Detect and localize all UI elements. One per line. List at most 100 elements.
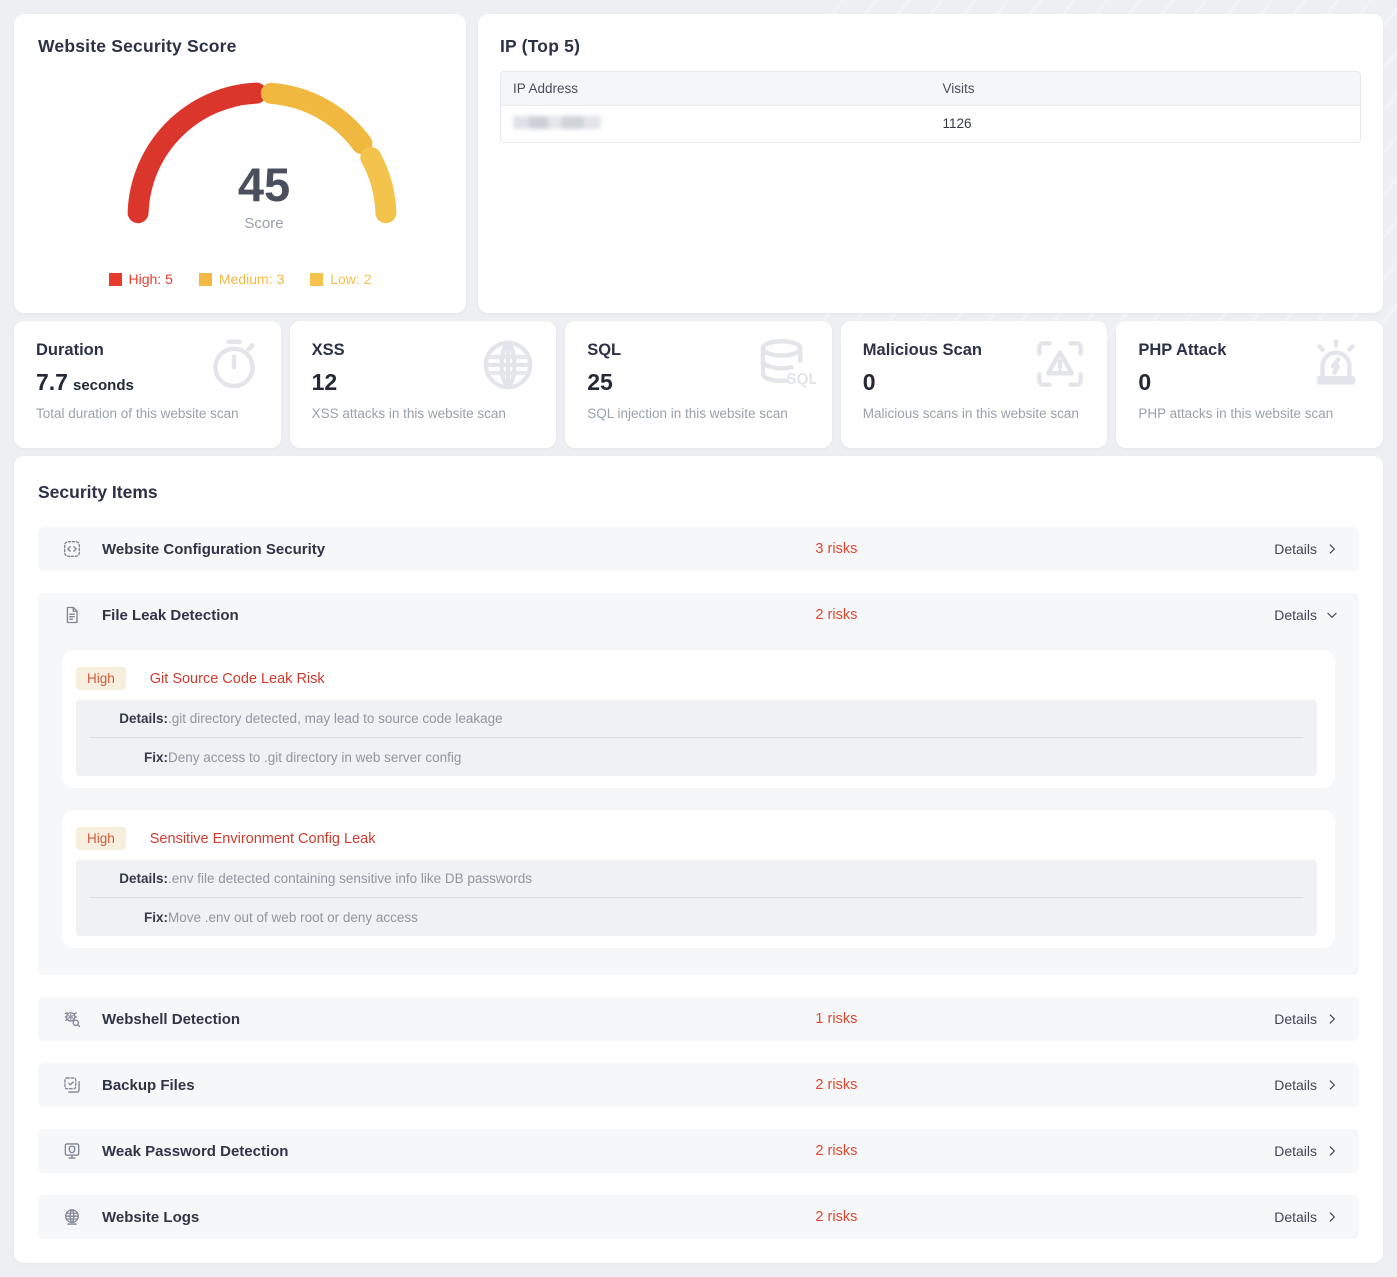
security-item-label: Website Configuration Security bbox=[102, 541, 325, 558]
security-score-gauge: 45 Score bbox=[38, 57, 442, 263]
fix-field-label: Fix: bbox=[90, 910, 168, 925]
chevron-right-icon bbox=[1325, 542, 1339, 556]
legend-label-high: High: 5 bbox=[129, 271, 173, 287]
details-label: Details bbox=[1274, 1143, 1317, 1159]
security-item-website-logs[interactable]: Website Logs 2 risks Details bbox=[38, 1195, 1359, 1239]
details-button[interactable]: Details bbox=[1274, 607, 1339, 623]
security-item-file-leak-expanded: File Leak Detection 2 risks Details High… bbox=[38, 593, 1359, 975]
legend-item-medium: Medium: 3 bbox=[199, 271, 284, 287]
scan-warning-icon bbox=[1029, 333, 1091, 395]
security-items-title: Security Items bbox=[38, 482, 1359, 503]
security-item-backup-files[interactable]: Backup Files 2 risks Details bbox=[38, 1063, 1359, 1107]
details-label: Details bbox=[1274, 1209, 1317, 1225]
security-item-label: File Leak Detection bbox=[102, 607, 239, 624]
details-button[interactable]: Details bbox=[1274, 1209, 1339, 1225]
legend-swatch-medium bbox=[199, 273, 212, 286]
php-attack-value: 0 bbox=[1138, 369, 1151, 395]
finding-git-source-leak: High Git Source Code Leak Risk Details: … bbox=[62, 650, 1335, 788]
sql-desc: SQL injection in this website scan bbox=[587, 406, 810, 421]
duration-desc: Total duration of this website scan bbox=[36, 406, 259, 421]
legend-item-low: Low: 2 bbox=[310, 271, 371, 287]
duration-value: 7.7 bbox=[36, 369, 68, 395]
chevron-right-icon bbox=[1325, 1012, 1339, 1026]
risk-count: 1 risks bbox=[815, 1011, 1274, 1027]
malicious-scan-stat-card: Malicious Scan 0 Malicious scans in this… bbox=[841, 321, 1108, 448]
finding-title: Sensitive Environment Config Leak bbox=[150, 831, 376, 847]
chevron-right-icon bbox=[1325, 1210, 1339, 1224]
details-field-label: Details: bbox=[90, 711, 168, 726]
chevron-right-icon bbox=[1325, 1078, 1339, 1092]
details-button[interactable]: Details bbox=[1274, 1011, 1339, 1027]
ip-table-header: IP Address Visits bbox=[501, 72, 1360, 106]
password-shield-icon bbox=[62, 1141, 82, 1161]
finding-env-config-leak: High Sensitive Environment Config Leak D… bbox=[62, 810, 1335, 948]
security-item-label: Backup Files bbox=[102, 1077, 195, 1094]
database-sql-icon: SQL bbox=[750, 333, 816, 399]
file-leak-findings: High Git Source Code Leak Risk Details: … bbox=[38, 637, 1359, 975]
gauge-arc-low bbox=[371, 157, 386, 212]
finding-detail-panel: Details: .env file detected containing s… bbox=[76, 860, 1317, 936]
visits-cell: 1126 bbox=[931, 106, 1361, 142]
details-button[interactable]: Details bbox=[1274, 541, 1339, 557]
details-button[interactable]: Details bbox=[1274, 1077, 1339, 1093]
score-legend: High: 5 Medium: 3 Low: 2 bbox=[38, 271, 442, 287]
code-icon bbox=[62, 539, 82, 559]
legend-label-low: Low: 2 bbox=[330, 271, 371, 287]
risk-count: 2 risks bbox=[815, 607, 1274, 623]
php-attack-stat-card: PHP Attack 0 PHP attacks in this website… bbox=[1116, 321, 1383, 448]
visits-column-header: Visits bbox=[931, 72, 1361, 105]
ip-address-cell bbox=[501, 106, 931, 142]
details-field-value: .git directory detected, may lead to sou… bbox=[168, 711, 503, 726]
risk-count: 2 risks bbox=[815, 1077, 1274, 1093]
risk-count: 2 risks bbox=[815, 1143, 1274, 1159]
legend-item-high: High: 5 bbox=[109, 271, 173, 287]
details-label: Details bbox=[1274, 607, 1317, 623]
security-item-webshell[interactable]: Webshell Detection 1 risks Details bbox=[38, 997, 1359, 1041]
legend-swatch-high bbox=[109, 273, 122, 286]
score-label: Score bbox=[244, 215, 283, 232]
fix-field-value: Move .env out of web root or deny access bbox=[168, 910, 418, 925]
security-item-file-leak[interactable]: File Leak Detection 2 risks Details bbox=[38, 593, 1359, 637]
details-button[interactable]: Details bbox=[1274, 1143, 1339, 1159]
website-security-score-card: Website Security Score 45 Score High: 5 bbox=[14, 14, 466, 313]
duration-unit: seconds bbox=[73, 377, 134, 394]
details-label: Details bbox=[1274, 1077, 1317, 1093]
sql-stat-card: SQL 25 SQL injection in this website sca… bbox=[565, 321, 832, 448]
severity-badge: High bbox=[76, 667, 126, 690]
stopwatch-icon bbox=[203, 333, 265, 395]
details-field-value: .env file detected containing sensitive … bbox=[168, 871, 532, 886]
severity-badge: High bbox=[76, 827, 126, 850]
fix-field-value: Deny access to .git directory in web ser… bbox=[168, 750, 461, 765]
globe-icon bbox=[476, 333, 540, 397]
ip-top5-card: IP (Top 5) IP Address Visits 1126 bbox=[478, 14, 1383, 313]
xss-value: 12 bbox=[312, 369, 338, 395]
chevron-right-icon bbox=[1325, 1144, 1339, 1158]
security-scan-dashboard: Website Security Score 45 Score High: 5 bbox=[0, 0, 1397, 1277]
legend-swatch-low bbox=[310, 273, 323, 286]
malicious-scan-value: 0 bbox=[863, 369, 876, 395]
ip-address-column-header: IP Address bbox=[501, 72, 931, 105]
security-item-label: Webshell Detection bbox=[102, 1011, 240, 1028]
legend-label-medium: Medium: 3 bbox=[219, 271, 284, 287]
security-item-website-configuration[interactable]: Website Configuration Security 3 risks D… bbox=[38, 527, 1359, 571]
top-row: Website Security Score 45 Score High: 5 bbox=[14, 14, 1383, 313]
bug-search-icon bbox=[62, 1009, 82, 1029]
backup-files-icon bbox=[62, 1075, 82, 1095]
details-field-label: Details: bbox=[90, 871, 168, 886]
siren-icon bbox=[1305, 333, 1367, 395]
xss-desc: XSS attacks in this website scan bbox=[312, 406, 535, 421]
security-item-weak-password[interactable]: Weak Password Detection 2 risks Details bbox=[38, 1129, 1359, 1173]
gauge-svg: 45 Score bbox=[38, 17, 490, 267]
finding-title: Git Source Code Leak Risk bbox=[150, 671, 325, 687]
svg-text:SQL: SQL bbox=[786, 371, 816, 388]
finding-detail-panel: Details: .git directory detected, may le… bbox=[76, 700, 1317, 776]
file-text-icon bbox=[62, 605, 82, 625]
stats-row: Duration 7.7seconds Total duration of th… bbox=[14, 321, 1383, 448]
ip-table-row[interactable]: 1126 bbox=[501, 106, 1360, 142]
score-value: 45 bbox=[238, 158, 290, 211]
risk-count: 2 risks bbox=[815, 1209, 1274, 1225]
globe-grid-icon bbox=[62, 1207, 82, 1227]
xss-stat-card: XSS 12 XSS attacks in this website scan bbox=[290, 321, 557, 448]
security-item-label: Website Logs bbox=[102, 1209, 199, 1226]
fix-field-label: Fix: bbox=[90, 750, 168, 765]
